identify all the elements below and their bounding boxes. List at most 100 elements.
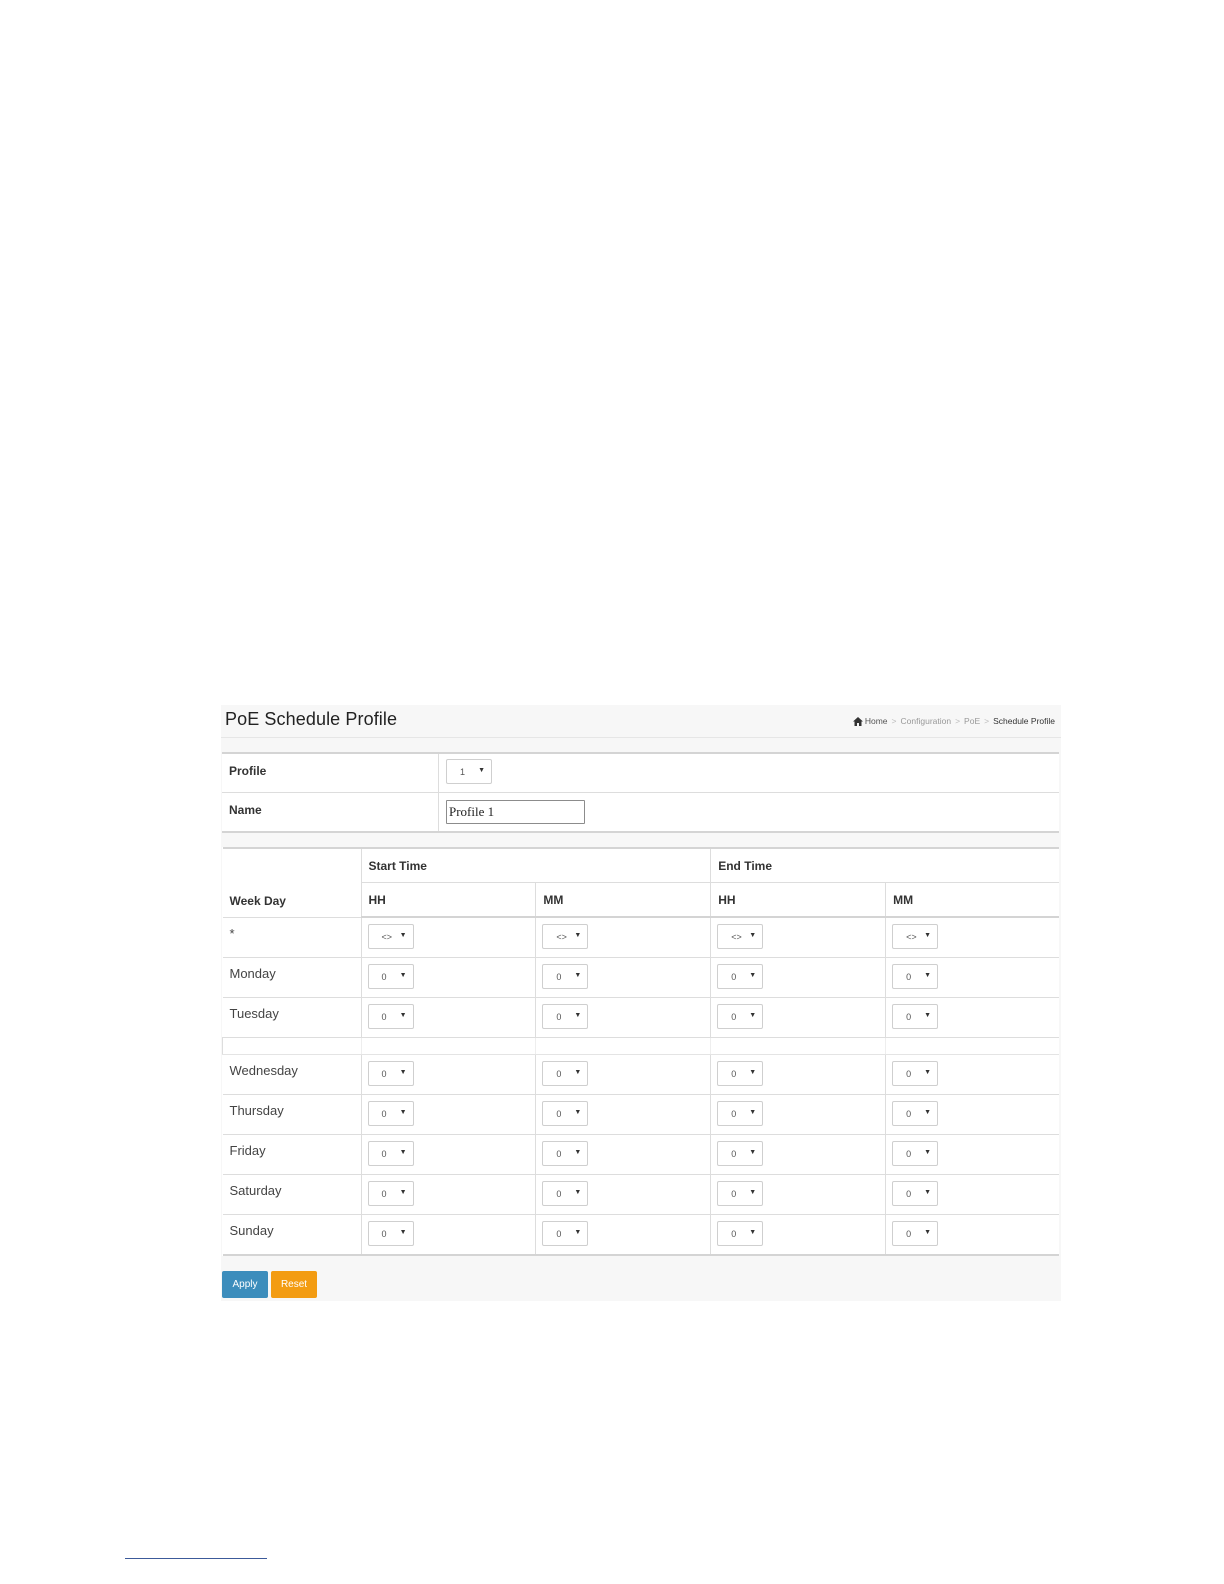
end-mm-select[interactable]: 0 ▼ [892, 1220, 939, 1246]
start-mm-select[interactable]: 0 ▼ [542, 1003, 589, 1029]
chevron-down-icon: ▼ [924, 1011, 932, 1019]
reset-button[interactable]: Reset [271, 1271, 317, 1298]
start-mm-select[interactable]: 0 ▼ [542, 1100, 589, 1126]
apply-button[interactable]: Apply [222, 1271, 268, 1298]
table-row: * <> ▼ <> ▼ <> ▼ <> ▼ [222, 917, 1059, 958]
page-header: PoE Schedule Profile Home > Configuratio… [221, 705, 1061, 738]
select-value: 0 [381, 1068, 387, 1079]
start-hh-select[interactable]: 0 ▼ [367, 1140, 414, 1166]
end-mm-select[interactable]: 0 ▼ [892, 1100, 939, 1126]
chevron-down-icon: ▼ [749, 1228, 757, 1236]
start-hh-select[interactable]: 0 ▼ [367, 1220, 414, 1246]
week-day-cell: Sunday [222, 1214, 361, 1256]
select-value: 0 [556, 1188, 562, 1199]
end-hh-select[interactable]: 0 ▼ [717, 1220, 764, 1246]
chevron-down-icon: ▼ [749, 1011, 757, 1019]
table-row: Friday 0 ▼ 0 ▼ 0 ▼ 0 ▼ [222, 1134, 1059, 1175]
end-hh-select[interactable]: 0 ▼ [717, 1100, 764, 1126]
start-hh-select[interactable]: 0 ▼ [367, 1100, 414, 1126]
select-value: 0 [556, 971, 562, 982]
chevron-down-icon: ▼ [924, 1188, 932, 1196]
chevron-down-icon: ▼ [924, 1108, 932, 1116]
week-day-cell: Monday [222, 957, 361, 998]
chevron-down-icon: ▼ [749, 1188, 757, 1196]
select-value: 0 [556, 1108, 562, 1119]
gap-cell [535, 1037, 711, 1055]
select-value: 0 [731, 1011, 737, 1022]
end-hh-cell: <> ▼ [710, 917, 886, 958]
end-hh-select[interactable]: 0 ▼ [717, 1140, 764, 1166]
breadcrumb-home-label: Home [864, 716, 888, 726]
select-value: <> [731, 931, 742, 942]
start-hh-select[interactable]: 0 ▼ [367, 1180, 414, 1206]
breadcrumb-home[interactable]: Home [852, 716, 888, 726]
end-mm-cell: 0 ▼ [885, 957, 1059, 998]
start-mm-cell: 0 ▼ [535, 1174, 711, 1215]
chevron-down-icon: ▼ [399, 1188, 407, 1196]
week-day-cell: Wednesday [222, 1054, 361, 1095]
schedule-body: * <> ▼ <> ▼ <> ▼ <> ▼ Monday 0 ▼ 0 ▼ 0 ▼ 0 ▼ Tuesday 0 ▼ 0 ▼ 0 ▼… [222, 917, 1059, 1256]
start-hh-select[interactable]: 0 ▼ [367, 1003, 414, 1029]
name-input[interactable] [446, 800, 585, 824]
start-hh-cell: 0 ▼ [360, 1134, 536, 1175]
start-mm-select[interactable]: 0 ▼ [542, 963, 589, 989]
start-hh-cell: 0 ▼ [360, 997, 536, 1038]
start-hh-select[interactable]: 0 ▼ [367, 963, 414, 989]
end-mm-cell: 0 ▼ [885, 1054, 1059, 1095]
end-hh-select[interactable]: 0 ▼ [717, 1180, 764, 1206]
breadcrumb-item-configuration[interactable]: Configuration [901, 716, 952, 726]
profile-row: Profile 1 ▼ [222, 753, 1059, 793]
start-mm-select[interactable]: 0 ▼ [542, 1140, 589, 1166]
schedule-profile-panel: PoE Schedule Profile Home > Configuratio… [221, 705, 1061, 1301]
start-hh-select[interactable]: <> ▼ [367, 923, 414, 949]
table-row: Thursday 0 ▼ 0 ▼ 0 ▼ 0 ▼ [222, 1094, 1059, 1135]
select-value: 0 [731, 1068, 737, 1079]
breadcrumb-current: Schedule Profile [993, 716, 1055, 726]
select-value: 0 [381, 1011, 387, 1022]
end-hh-select[interactable]: 0 ▼ [717, 1003, 764, 1029]
breadcrumb-item-poe[interactable]: PoE [964, 716, 980, 726]
start-hh-cell: 0 ▼ [360, 1054, 536, 1095]
end-mm-select[interactable]: 0 ▼ [892, 963, 939, 989]
end-mm-cell: 0 ▼ [885, 1094, 1059, 1135]
week-day-cell: Friday [222, 1134, 361, 1175]
end-mm-select[interactable]: 0 ▼ [892, 1003, 939, 1029]
end-hh-header: HH [710, 882, 886, 918]
footnote-divider [125, 1558, 267, 1559]
chevron-down-icon: ▼ [478, 767, 485, 774]
start-mm-cell: <> ▼ [535, 917, 711, 958]
name-cell [438, 792, 1059, 833]
schedule-table: Week Day Start Time End Time HH MM HH MM… [222, 847, 1059, 1256]
start-mm-cell: 0 ▼ [535, 1214, 711, 1256]
chevron-down-icon: ▼ [399, 971, 407, 979]
profile-select[interactable]: 1 ▼ [446, 759, 492, 784]
table-row: Monday 0 ▼ 0 ▼ 0 ▼ 0 ▼ [222, 957, 1059, 998]
start-mm-select[interactable]: 0 ▼ [542, 1060, 589, 1086]
end-mm-select[interactable]: 0 ▼ [892, 1140, 939, 1166]
start-mm-select[interactable]: 0 ▼ [542, 1180, 589, 1206]
end-mm-cell: 0 ▼ [885, 1134, 1059, 1175]
end-mm-select[interactable]: 0 ▼ [892, 1180, 939, 1206]
end-hh-select[interactable]: 0 ▼ [717, 963, 764, 989]
select-value: 0 [381, 1108, 387, 1119]
end-hh-cell: 0 ▼ [710, 1094, 886, 1135]
end-mm-select[interactable]: <> ▼ [892, 923, 939, 949]
chevron-down-icon: ▼ [924, 1228, 932, 1236]
schedule-header-row: Week Day Start Time End Time [222, 848, 1059, 918]
week-day-cell: * [222, 917, 361, 958]
start-mm-select[interactable]: <> ▼ [542, 923, 589, 949]
name-row: Name [222, 792, 1059, 833]
start-hh-select[interactable]: 0 ▼ [367, 1060, 414, 1086]
start-mm-header: MM [535, 882, 711, 918]
end-hh-select[interactable]: <> ▼ [717, 923, 764, 949]
name-label: Name [222, 792, 439, 833]
chevron-down-icon: ▼ [574, 1188, 582, 1196]
select-value: 0 [906, 1188, 912, 1199]
chevron-down-icon: ▼ [399, 931, 407, 939]
start-mm-select[interactable]: 0 ▼ [542, 1220, 589, 1246]
breadcrumb-separator: > [891, 716, 897, 726]
end-hh-select[interactable]: 0 ▼ [717, 1060, 764, 1086]
end-mm-select[interactable]: 0 ▼ [892, 1060, 939, 1086]
select-value: 0 [906, 1148, 912, 1159]
end-mm-cell: <> ▼ [885, 917, 1059, 958]
